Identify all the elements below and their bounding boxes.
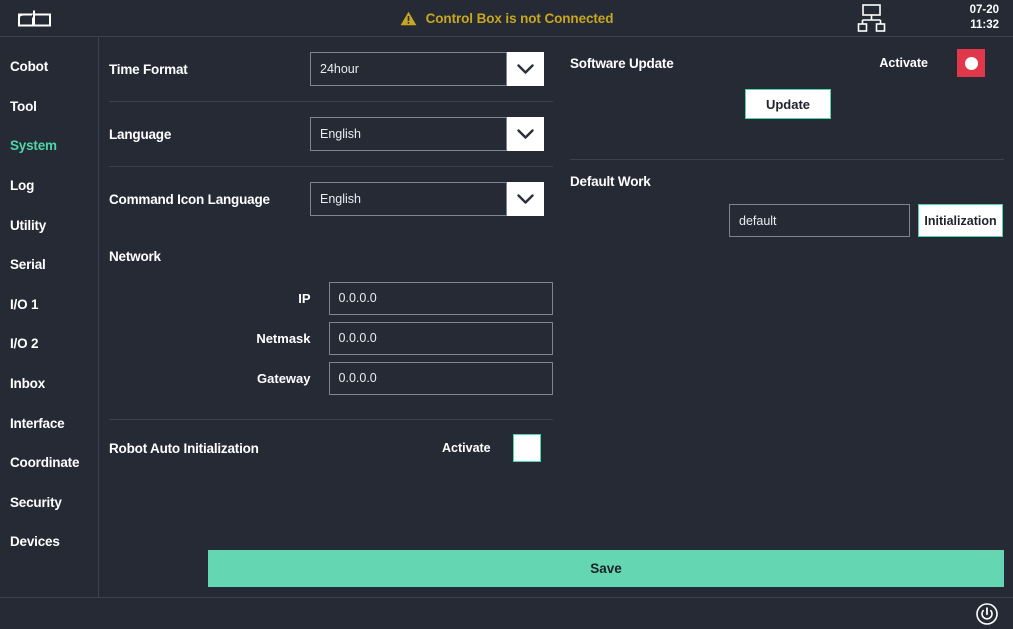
save-button[interactable]: Save [208, 550, 1004, 587]
sidebar-item-coordinate[interactable]: Coordinate [0, 443, 98, 483]
command-icon-language-select[interactable]: English [310, 182, 544, 216]
sidebar-item-io2[interactable]: I/O 2 [0, 324, 98, 364]
sidebar-item-label: I/O 1 [10, 296, 39, 312]
software-update-row: Software Update Activate [570, 37, 1004, 89]
netmask-row: Netmask 0.0.0.0 [109, 318, 553, 358]
sidebar-item-devices[interactable]: Devices [0, 522, 98, 562]
language-label: Language [109, 126, 172, 142]
sidebar-item-log[interactable]: Log [0, 166, 98, 206]
sidebar-item-interface[interactable]: Interface [0, 403, 98, 443]
header-right-cluster: 07-20 11:32 [849, 0, 1013, 36]
ip-row: IP 0.0.0.0 [109, 278, 553, 318]
language-row: Language English [109, 102, 553, 166]
sidebar-item-label: Devices [10, 534, 60, 550]
sidebar-item-label: I/O 2 [10, 336, 39, 352]
time-format-row: Time Format 24hour [109, 37, 553, 101]
command-icon-language-row: Command Icon Language English [109, 167, 553, 231]
robot-auto-init-row: Robot Auto Initialization Activate [109, 420, 553, 476]
default-work-title: Default Work [570, 174, 651, 189]
command-icon-language-label: Command Icon Language [109, 191, 270, 207]
app-window: Control Box is not Connected 07-20 11:32 [0, 0, 1013, 629]
robot-auto-init-label: Robot Auto Initialization [109, 440, 259, 456]
network-section-title: Network [109, 249, 161, 264]
sidebar-item-security[interactable]: Security [0, 483, 98, 523]
sidebar-item-label: Inbox [10, 376, 45, 392]
software-update-title: Software Update [570, 55, 674, 71]
sidebar-item-label: Interface [10, 415, 65, 431]
command-icon-language-value[interactable]: English [310, 182, 507, 216]
chevron-down-icon[interactable] [507, 117, 544, 151]
sidebar-item-io1[interactable]: I/O 1 [0, 285, 98, 325]
sidebar-item-label: Tool [10, 98, 37, 114]
gateway-input[interactable]: 0.0.0.0 [328, 361, 553, 395]
gateway-row: Gateway 0.0.0.0 [109, 358, 553, 398]
main-body: Cobot Tool System Log Utility Serial I/O… [0, 37, 1013, 597]
default-work-row: default Initialization [570, 204, 1004, 264]
time-format-value[interactable]: 24hour [310, 52, 507, 86]
software-update-toggle[interactable] [957, 49, 985, 77]
sidebar-item-label: Security [10, 494, 62, 510]
robot-auto-init-checkbox[interactable] [513, 434, 541, 462]
sidebar-item-label: Serial [10, 257, 46, 273]
netmask-label: Netmask [256, 330, 311, 346]
default-work-input[interactable]: default [729, 204, 910, 237]
network-topology-icon[interactable] [849, 3, 893, 33]
chevron-down-icon[interactable] [507, 52, 544, 86]
netmask-input[interactable]: 0.0.0.0 [328, 321, 553, 355]
system-settings-panel: Time Format 24hour Language English Comm… [99, 37, 1013, 597]
sidebar-item-label: Cobot [10, 59, 48, 75]
clock-display: 07-20 11:32 [937, 3, 999, 33]
ip-input[interactable]: 0.0.0.0 [328, 281, 553, 315]
bottom-bar [0, 597, 1013, 629]
update-button-row: Update [570, 89, 1004, 141]
time-format-select[interactable]: 24hour [310, 52, 544, 86]
chevron-down-icon[interactable] [507, 182, 544, 216]
right-settings-column: Software Update Activate Update Default … [562, 37, 1013, 597]
clock-time: 11:32 [970, 19, 999, 31]
warning-triangle-icon [400, 11, 417, 26]
top-header-bar: Control Box is not Connected 07-20 11:32 [0, 0, 1013, 37]
sidebar-item-system[interactable]: System [0, 126, 98, 166]
update-button[interactable]: Update [745, 89, 831, 119]
sidebar-item-inbox[interactable]: Inbox [0, 364, 98, 404]
language-select[interactable]: English [310, 117, 544, 151]
toggle-dot-icon [964, 56, 978, 70]
time-format-label: Time Format [109, 61, 188, 77]
sidebar-item-label: Coordinate [10, 455, 80, 471]
save-bar: Save [208, 550, 1004, 587]
sidebar-item-label: Utility [10, 217, 47, 233]
warning-text: Control Box is not Connected [425, 10, 614, 26]
clock-date: 07-20 [969, 4, 999, 16]
sidebar-item-utility[interactable]: Utility [0, 205, 98, 245]
initialization-button[interactable]: Initialization [918, 204, 1003, 237]
network-section: Network IP 0.0.0.0 Netmask 0.0.0.0 Gatew… [109, 249, 553, 398]
sidebar-item-cobot[interactable]: Cobot [0, 47, 98, 87]
robot-auto-init-activate-label: Activate [442, 441, 491, 455]
sidebar-item-label: System [10, 138, 57, 154]
gateway-label: Gateway [257, 370, 311, 386]
language-value[interactable]: English [310, 117, 507, 151]
ip-label: IP [298, 290, 311, 306]
sidebar-item-label: Log [10, 178, 35, 194]
power-icon[interactable] [975, 602, 999, 626]
sidebar-item-serial[interactable]: Serial [0, 245, 98, 285]
left-settings-column: Time Format 24hour Language English Comm… [99, 37, 562, 597]
sidebar-item-tool[interactable]: Tool [0, 87, 98, 127]
software-update-activate-label: Activate [879, 56, 928, 70]
sidebar-nav: Cobot Tool System Log Utility Serial I/O… [0, 37, 99, 597]
